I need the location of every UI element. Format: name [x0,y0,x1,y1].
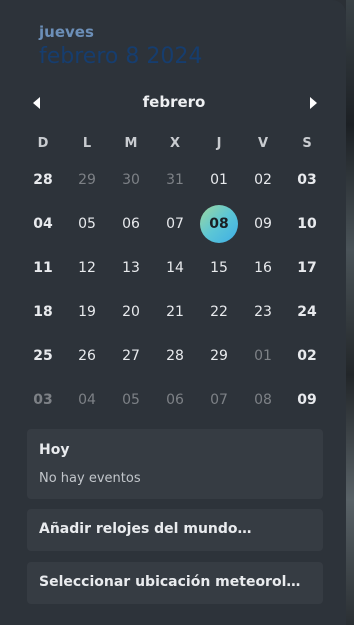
calendar-panel: jueves febrero 8 2024 febrero D L M X J V S 28… [0,0,346,625]
weekday-header: D [37,136,49,151]
today-highlight: 08 [200,205,238,243]
calendar-day[interactable]: 17 [285,246,329,290]
select-weather-location-label: Seleccionar ubicación meteorológi… [39,574,309,590]
calendar-day[interactable]: 15 [197,246,241,290]
calendar-day[interactable]: 05 [109,378,153,422]
calendar-week-row: 28 29 30 31 01 02 03 [21,158,329,202]
calendar-day[interactable]: 01 [197,158,241,202]
calendar-week-row: 04 05 06 07 08 09 10 [21,202,329,246]
add-world-clocks-button[interactable]: Añadir relojes del mundo… [27,509,323,551]
calendar-week-row: 18 19 20 21 22 23 24 [21,290,329,334]
weekday-header-row: DLMXJVS [21,130,329,158]
calendar-week-row: 11 12 13 14 15 16 17 [21,246,329,290]
calendar-day[interactable]: 28 [153,334,197,378]
weekday-label: jueves [39,23,94,41]
month-navigation: febrero [20,90,328,116]
calendar-day[interactable]: 02 [285,334,329,378]
calendar-day[interactable]: 31 [153,158,197,202]
add-world-clocks-label: Añadir relojes del mundo… [39,521,252,537]
calendar-day[interactable]: 16 [241,246,285,290]
calendar-day[interactable]: 19 [65,290,109,334]
calendar-day[interactable]: 11 [21,246,65,290]
calendar-day[interactable]: 27 [109,334,153,378]
calendar-day[interactable]: 02 [241,158,285,202]
calendar-day[interactable]: 01 [241,334,285,378]
calendar-day-today[interactable]: 08 [197,202,241,246]
calendar-day[interactable]: 25 [21,334,65,378]
calendar-day[interactable]: 21 [153,290,197,334]
calendar-day[interactable]: 23 [241,290,285,334]
calendar-day[interactable]: 10 [285,202,329,246]
no-events-text: No hay eventos [39,471,141,486]
events-section[interactable]: Hoy No hay eventos [27,429,323,499]
calendar-day[interactable]: 18 [21,290,65,334]
desktop-background [346,0,354,625]
calendar-day[interactable]: 13 [109,246,153,290]
chevron-right-icon[interactable] [310,97,317,109]
calendar-week-row: 25 26 27 28 29 01 02 [21,334,329,378]
calendar-day[interactable]: 26 [65,334,109,378]
calendar-day[interactable]: 03 [285,158,329,202]
calendar-day[interactable]: 22 [197,290,241,334]
calendar-day[interactable]: 24 [285,290,329,334]
month-label: febrero [142,93,206,111]
events-title: Hoy [39,442,70,458]
weekday-header: J [216,136,222,151]
select-weather-location-button[interactable]: Seleccionar ubicación meteorológi… [27,562,323,604]
calendar-grid: DLMXJVS 28 29 30 31 01 02 03 04 05 06 07 08 09 10 11 12… [21,130,329,422]
calendar-day[interactable]: 05 [65,202,109,246]
calendar-day[interactable]: 04 [65,378,109,422]
calendar-day[interactable]: 03 [21,378,65,422]
calendar-day[interactable]: 06 [153,378,197,422]
calendar-day[interactable]: 07 [197,378,241,422]
calendar-day[interactable]: 14 [153,246,197,290]
calendar-day[interactable]: 28 [21,158,65,202]
calendar-day[interactable]: 07 [153,202,197,246]
weekday-header: V [257,136,269,151]
calendar-day[interactable]: 06 [109,202,153,246]
calendar-day[interactable]: 29 [197,334,241,378]
weekday-header: S [302,136,312,151]
calendar-day[interactable]: 29 [65,158,109,202]
calendar-week-row: 03 04 05 06 07 08 09 [21,378,329,422]
calendar-day[interactable]: 04 [21,202,65,246]
weekday-header: L [82,136,92,151]
calendar-day[interactable]: 09 [285,378,329,422]
calendar-day[interactable]: 20 [109,290,153,334]
full-date-label: febrero 8 2024 [39,44,203,69]
weekday-header: X [169,136,181,151]
date-header: jueves febrero 8 2024 [39,22,202,72]
calendar-day[interactable]: 08 [241,378,285,422]
calendar-day[interactable]: 09 [241,202,285,246]
calendar-day[interactable]: 30 [109,158,153,202]
weekday-header: M [124,136,138,151]
calendar-day[interactable]: 12 [65,246,109,290]
